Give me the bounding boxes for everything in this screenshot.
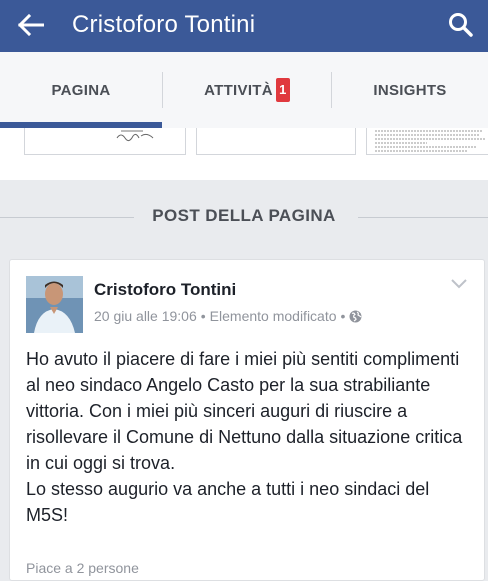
search-button[interactable]: [444, 8, 478, 42]
post-card: Cristoforo Tontini 20 giu alle 19:06 • E…: [9, 259, 485, 581]
handwriting-image: [116, 130, 154, 142]
tab-attivita[interactable]: ATTIVITÀ 1: [163, 52, 331, 128]
tab-label: INSIGHTS: [373, 81, 447, 99]
avatar[interactable]: [26, 276, 83, 333]
likes-count[interactable]: Piace a 2 persone: [26, 560, 139, 576]
arrow-left-icon: [18, 14, 44, 36]
search-icon: [449, 13, 473, 37]
post-date[interactable]: 20 giu alle 19:06: [94, 308, 197, 324]
post-author[interactable]: Cristoforo Tontini: [94, 280, 236, 300]
page-title: Cristoforo Tontini: [72, 11, 256, 38]
post-meta: 20 giu alle 19:06 • Elemento modificato …: [94, 308, 362, 324]
tab-label: ATTIVITÀ: [204, 81, 273, 99]
meta-separator: •: [340, 308, 346, 324]
document-thumbnail[interactable]: [24, 128, 186, 155]
chevron-down-icon[interactable]: [450, 278, 468, 290]
document-thumbnail[interactable]: [196, 128, 356, 155]
text-document-image: [375, 130, 485, 152]
page-tabs: PAGINA ATTIVITÀ 1 INSIGHTS: [0, 52, 488, 129]
meta-separator: •: [200, 308, 206, 324]
edited-label[interactable]: Elemento modificato: [210, 308, 337, 324]
tab-pagina[interactable]: PAGINA: [0, 52, 162, 128]
globe-icon: [349, 310, 362, 322]
top-bar: Cristoforo Tontini: [0, 0, 488, 52]
section-title: POST DELLA PAGINA: [152, 206, 336, 225]
post-text: Ho avuto il piacere di fare i miei più s…: [26, 349, 463, 525]
tab-label: PAGINA: [51, 81, 111, 99]
document-thumbnail[interactable]: [366, 128, 488, 155]
notification-badge: 1: [275, 78, 290, 102]
profile-photo: [26, 276, 83, 333]
tab-insights[interactable]: INSIGHTS: [332, 52, 488, 128]
photo-strip: [0, 128, 488, 180]
back-button[interactable]: [14, 10, 48, 40]
